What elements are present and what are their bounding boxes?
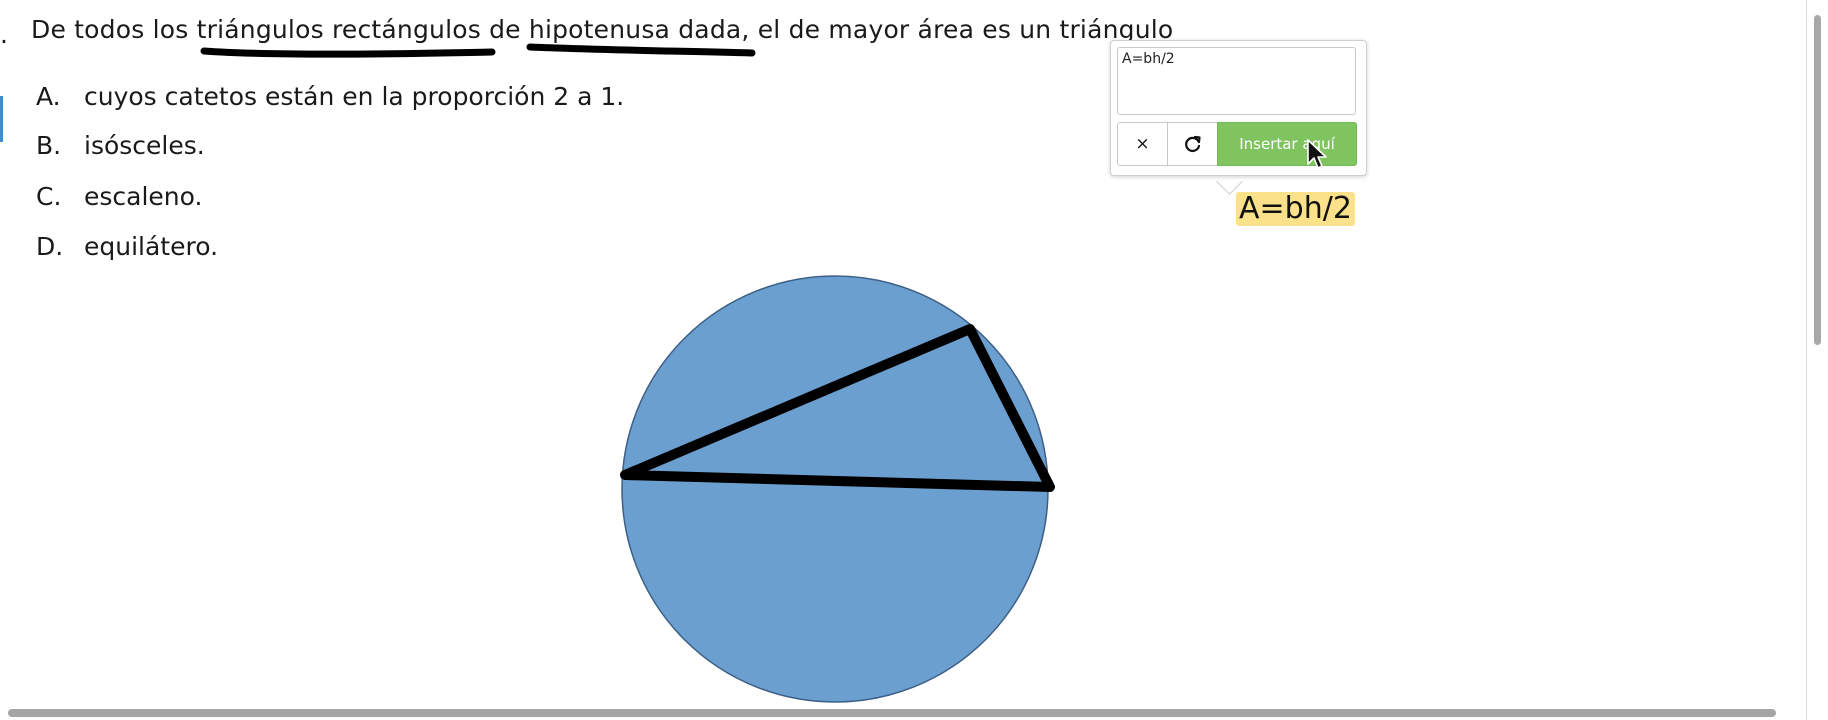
question-stem: De todos los triángulos rectángulos de h… <box>31 15 1173 44</box>
option-letter: B. <box>36 131 62 160</box>
rendered-formula[interactable]: A=bh/2 <box>1236 192 1355 226</box>
option-c[interactable]: C. escaleno. <box>36 182 202 211</box>
underlined-phrase-given-hypotenuse: hipotenusa dada <box>528 15 742 44</box>
option-text: cuyos catetos están en la proporción 2 a… <box>84 82 625 111</box>
option-letter: C. <box>36 182 62 211</box>
formula-input[interactable]: A=bh/2 <box>1117 47 1356 115</box>
option-letter: D. <box>36 232 64 261</box>
question-number-dot: . <box>0 20 8 49</box>
underline-stroke-1 <box>200 47 496 58</box>
insert-here-button[interactable]: Insertar aquí <box>1217 122 1357 166</box>
close-button[interactable]: × <box>1117 122 1168 166</box>
close-icon: × <box>1135 134 1150 154</box>
stem-middle: de <box>480 15 529 44</box>
stem-before: De todos los <box>31 15 197 44</box>
option-text: isósceles. <box>84 131 205 160</box>
option-b[interactable]: B. isósceles. <box>36 131 205 160</box>
option-a[interactable]: A. cuyos catetos están en la proporción 2… <box>36 82 624 111</box>
page: . De todos los triángulos rectángulos de… <box>0 0 1828 720</box>
page-edge <box>1806 0 1807 720</box>
vertical-scrollbar[interactable] <box>1814 15 1821 345</box>
stem-after: , el de mayor área es un triángulo <box>741 15 1174 44</box>
underline-stroke-2 <box>526 43 756 57</box>
option-text: escaleno. <box>84 182 203 211</box>
option-letter: A. <box>36 82 61 111</box>
underlined-phrase-right-triangles: triángulos rectángulos <box>196 15 481 44</box>
refresh-icon <box>1184 135 1201 152</box>
active-option-marker <box>0 96 3 142</box>
mouse-cursor-icon <box>1307 139 1327 169</box>
center-point <box>837 476 843 482</box>
circle-triangle-figure <box>620 275 1055 703</box>
option-text: equilátero. <box>84 232 219 261</box>
refresh-button[interactable] <box>1167 122 1218 166</box>
option-d[interactable]: D. equilátero. <box>36 232 218 261</box>
horizontal-scrollbar[interactable] <box>8 709 1776 717</box>
